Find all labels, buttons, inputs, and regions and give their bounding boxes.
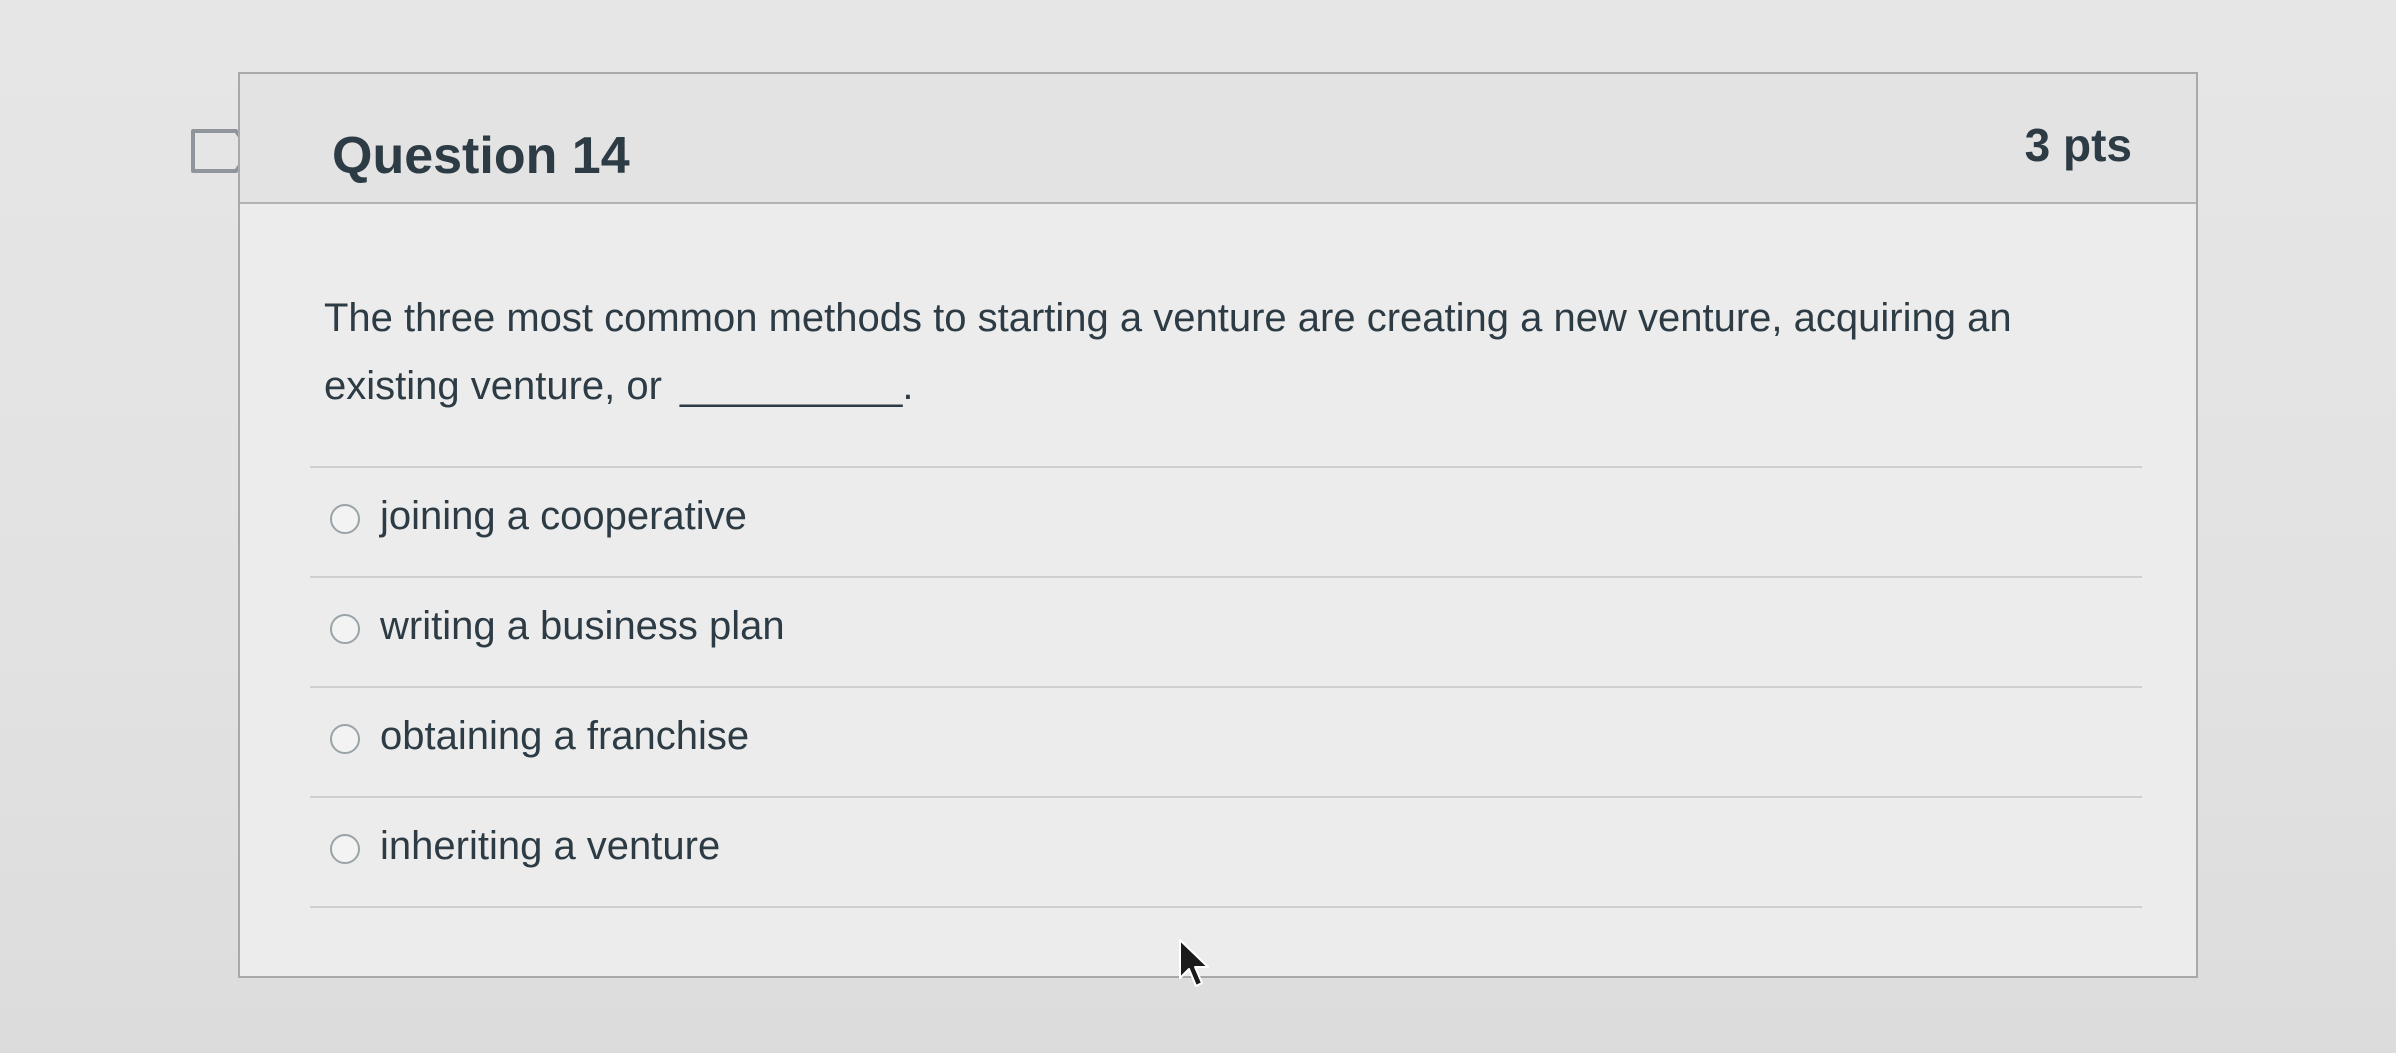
answer-list: joining a cooperative writing a business… (310, 466, 2142, 908)
question-blank: __________. (679, 364, 914, 408)
question-title: Question 14 (332, 127, 630, 185)
answer-option-1[interactable]: joining a cooperative (310, 468, 2142, 578)
answer-option-2[interactable]: writing a business plan (310, 578, 2142, 688)
mouse-pointer-icon (1178, 938, 1212, 990)
question-points: 3 pts (2024, 119, 2132, 171)
answer-label: obtaining a franchise (380, 714, 750, 758)
answer-option-4[interactable]: inheriting a venture (310, 798, 2142, 908)
question-card: Question 14 3 pts The three most common … (238, 72, 2198, 978)
answer-label: writing a business plan (380, 604, 785, 648)
radio-icon[interactable] (330, 504, 360, 534)
question-header: Question 14 3 pts (240, 74, 2196, 204)
answer-label: inheriting a venture (380, 824, 721, 868)
answer-label: joining a cooperative (380, 494, 747, 538)
radio-icon[interactable] (330, 724, 360, 754)
answer-option-3[interactable]: obtaining a franchise (310, 688, 2142, 798)
question-text: The three most common methods to startin… (324, 284, 2144, 420)
radio-icon[interactable] (330, 614, 360, 644)
radio-icon[interactable] (330, 834, 360, 864)
question-prompt: The three most common methods to startin… (324, 296, 2012, 408)
